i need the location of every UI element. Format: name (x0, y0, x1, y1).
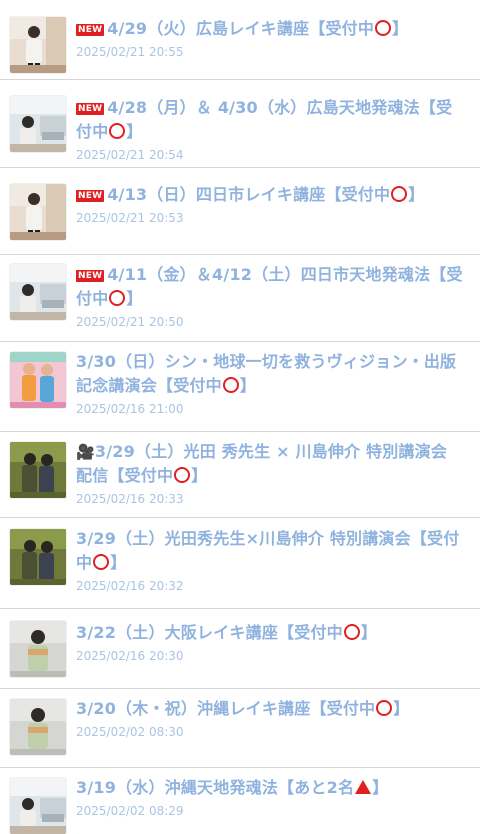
item-title-end: 】 (191, 466, 208, 485)
thumbnail-image[interactable] (10, 184, 66, 240)
new-badge: NEW (76, 270, 105, 282)
item-content: 3/22（土）大阪レイキ講座【受付中】 2025/02/16 20:30 (76, 621, 466, 665)
circle-mark-icon (375, 20, 392, 36)
movie-camera-icon: 🎥 (76, 443, 95, 461)
circle-mark-icon (174, 467, 191, 483)
item-date: 2025/02/21 20:55 (76, 45, 184, 59)
item-title-text: 3/30（日）シン・地球一切を救うヴィジョン・出版記念講演会【受付中 (76, 352, 457, 395)
item-content: NEW 4/29（火）広島レイキ講座【受付中】 2025/02/21 20:55 (76, 17, 466, 61)
list-item[interactable]: 3/19（水）沖縄天地発魂法【あと2名】 2025/02/02 08:29 (0, 768, 480, 834)
item-title-text: 3/20（木・祝）沖縄レイキ講座【受付中 (76, 699, 376, 718)
item-title-link[interactable]: 3/19（水）沖縄天地発魂法【あと2名】 (76, 776, 466, 800)
thumbnail-image[interactable] (10, 529, 66, 585)
list-item[interactable]: NEW 4/13（日）四日市レイキ講座【受付中】 2025/02/21 20:53 (0, 168, 480, 255)
item-title-text: 3/19（水）沖縄天地発魂法【あと2名 (76, 778, 355, 797)
item-content: 3/19（水）沖縄天地発魂法【あと2名】 2025/02/02 08:29 (76, 776, 466, 820)
item-title-link[interactable]: NEW 4/28（月）＆ 4/30（水）広島天地発魂法【受付中】 (76, 96, 466, 144)
circle-mark-icon (109, 123, 126, 139)
item-title-link[interactable]: 3/20（木・祝）沖縄レイキ講座【受付中】 (76, 697, 466, 721)
item-title-end: 】 (408, 185, 425, 204)
circle-mark-icon (93, 554, 110, 570)
item-title-link[interactable]: NEW 4/29（火）広島レイキ講座【受付中】 (76, 17, 466, 41)
new-badge: NEW (76, 24, 105, 36)
circle-mark-icon (222, 377, 239, 393)
item-title-end: 】 (372, 778, 389, 797)
item-title-end: 】 (393, 699, 410, 718)
item-date: 2025/02/16 20:32 (76, 579, 184, 593)
item-title-end: 】 (392, 19, 409, 38)
item-date: 2025/02/16 20:30 (76, 649, 184, 663)
thumbnail-image[interactable] (10, 621, 66, 677)
item-title-link[interactable]: NEW 4/13（日）四日市レイキ講座【受付中】 (76, 183, 466, 207)
item-content: NEW 4/11（金）＆4/12（土）四日市天地発魂法【受付中】 2025/02/2… (76, 263, 466, 331)
list-item[interactable]: NEW 4/28（月）＆ 4/30（水）広島天地発魂法【受付中】 2025/02/2… (0, 80, 480, 168)
thumbnail-image[interactable] (10, 699, 66, 755)
item-content: 3/29（土）光田秀先生×川島伸介 特別講演会【受付中】 2025/02/16 2… (76, 527, 466, 595)
list-item[interactable]: 🎥3/29（土）光田 秀先生 × 川島伸介 特別講演会 配信【受付中】 2025/… (0, 432, 480, 518)
new-badge: NEW (76, 190, 105, 202)
item-title-text: 4/29（火）広島レイキ講座【受付中 (107, 19, 375, 38)
item-title-end: 】 (239, 376, 257, 395)
list-item[interactable]: NEW 4/11（金）＆4/12（土）四日市天地発魂法【受付中】 2025/02/2… (0, 255, 480, 342)
item-title-text: 4/13（日）四日市レイキ講座【受付中 (107, 185, 391, 204)
circle-mark-icon (109, 290, 126, 306)
list-item[interactable]: 3/30（日）シン・地球一切を救うヴィジョン・出版記念講演会【受付中】 2025/… (0, 342, 480, 432)
item-date: 2025/02/16 21:00 (76, 402, 184, 416)
item-date: 2025/02/16 20:33 (76, 492, 184, 506)
item-title-text: 3/29（土）光田 秀先生 × 川島伸介 特別講演会 配信【受付中 (76, 442, 464, 485)
item-title-link[interactable]: 3/30（日）シン・地球一切を救うヴィジョン・出版記念講演会【受付中】 (76, 350, 466, 398)
item-title-link[interactable]: 3/22（土）大阪レイキ講座【受付中】 (76, 621, 466, 645)
circle-mark-icon (343, 624, 360, 640)
item-title-link[interactable]: 3/29（土）光田秀先生×川島伸介 特別講演会【受付中】 (76, 527, 466, 575)
item-content: NEW 4/28（月）＆ 4/30（水）広島天地発魂法【受付中】 2025/02/2… (76, 96, 466, 164)
item-title-link[interactable]: NEW 4/11（金）＆4/12（土）四日市天地発魂法【受付中】 (76, 263, 466, 311)
thumbnail-image[interactable] (10, 352, 66, 408)
thumbnail-image[interactable] (10, 96, 66, 152)
news-list: NEW 4/29（火）広島レイキ講座【受付中】 2025/02/21 20:55 NE… (0, 0, 480, 834)
item-content: 3/30（日）シン・地球一切を救うヴィジョン・出版記念講演会【受付中】 2025/… (76, 350, 466, 418)
circle-mark-icon (376, 700, 393, 716)
item-title-text: 3/22（土）大阪レイキ講座【受付中 (76, 623, 343, 642)
item-date: 2025/02/02 08:30 (76, 725, 184, 739)
item-content: 3/20（木・祝）沖縄レイキ講座【受付中】 2025/02/02 08:30 (76, 697, 466, 741)
item-title-end: 】 (110, 553, 127, 572)
thumbnail-image[interactable] (10, 778, 66, 834)
thumbnail-image[interactable] (10, 264, 66, 320)
item-content: 🎥3/29（土）光田 秀先生 × 川島伸介 特別講演会 配信【受付中】 2025/… (76, 440, 466, 508)
item-title-end: 】 (126, 122, 143, 141)
thumbnail-image[interactable] (10, 442, 66, 498)
item-title-end: 】 (360, 623, 378, 642)
triangle-mark-icon (355, 780, 372, 794)
list-item[interactable]: 3/20（木・祝）沖縄レイキ講座【受付中】 2025/02/02 08:30 (0, 689, 480, 768)
list-item[interactable]: 3/29（土）光田秀先生×川島伸介 特別講演会【受付中】 2025/02/16 2… (0, 518, 480, 609)
new-badge: NEW (76, 103, 105, 115)
item-title-text: 3/29（土）光田秀先生×川島伸介 特別講演会【受付中 (76, 529, 460, 572)
item-title-end: 】 (126, 289, 143, 308)
item-date: 2025/02/21 20:50 (76, 315, 184, 329)
item-date: 2025/02/02 08:29 (76, 804, 184, 818)
item-content: NEW 4/13（日）四日市レイキ講座【受付中】 2025/02/21 20:53 (76, 183, 466, 227)
item-title-link[interactable]: 🎥3/29（土）光田 秀先生 × 川島伸介 特別講演会 配信【受付中】 (76, 440, 466, 488)
item-date: 2025/02/21 20:54 (76, 148, 184, 162)
list-item[interactable]: NEW 4/29（火）広島レイキ講座【受付中】 2025/02/21 20:55 (0, 0, 480, 80)
circle-mark-icon (391, 186, 408, 202)
list-item[interactable]: 3/22（土）大阪レイキ講座【受付中】 2025/02/16 20:30 (0, 609, 480, 689)
item-date: 2025/02/21 20:53 (76, 211, 184, 225)
thumbnail-image[interactable] (10, 17, 66, 73)
